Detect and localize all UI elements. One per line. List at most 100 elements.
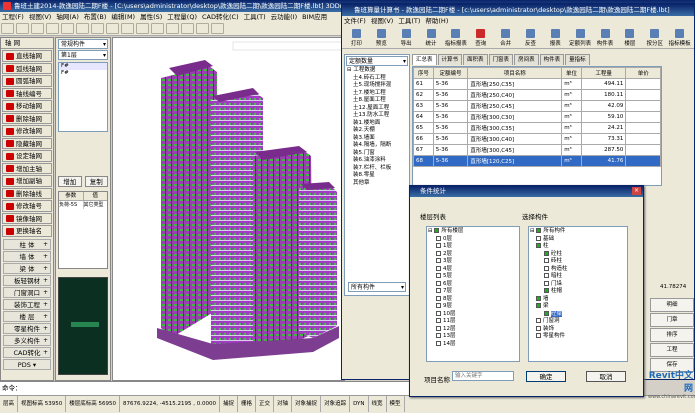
component-item[interactable]: 装饰: [536, 325, 626, 334]
calc-toolbar-button[interactable]: 打印: [344, 28, 369, 47]
category-nav-item[interactable]: 楼 层 +: [3, 310, 51, 322]
axis-command-button[interactable]: 删除轴网: [2, 112, 52, 124]
list-item[interactable]: F#: [59, 63, 107, 70]
floor-checkbox[interactable]: [436, 295, 441, 301]
floor-item[interactable]: 0层: [436, 235, 518, 244]
axis-command-button[interactable]: 移动轴网: [2, 100, 52, 112]
tree-item[interactable]: 土7.楼地工程: [353, 90, 409, 98]
calc-tab[interactable]: 量指标: [565, 54, 590, 65]
3d-viewport[interactable]: [112, 37, 345, 381]
settings-icon[interactable]: [196, 23, 209, 34]
calc-toolbar-button[interactable]: 按分区: [642, 28, 667, 47]
measure-icon[interactable]: [181, 23, 194, 34]
component-checkbox[interactable]: [536, 303, 541, 308]
status-item[interactable]: 模型: [387, 396, 405, 412]
floor-item[interactable]: 10层: [436, 310, 518, 319]
category-nav-item[interactable]: 多义构件 +: [3, 334, 51, 346]
status-item[interactable]: 栅格: [238, 396, 257, 412]
component-checkbox[interactable]: [544, 273, 549, 278]
calc-toolbar-button[interactable]: 导出: [394, 28, 419, 47]
category-nav-item[interactable]: 装饰工程 +: [3, 298, 51, 310]
status-item[interactable]: 层高: [0, 396, 19, 412]
floor-select[interactable]: 第1层: [58, 50, 108, 60]
component-item[interactable]: 基础: [536, 235, 626, 244]
side-button[interactable]: 工程: [650, 343, 694, 357]
status-item[interactable]: 对轴: [274, 396, 293, 412]
layer-icon[interactable]: [121, 23, 134, 34]
tree-item[interactable]: 装6.油漆涂料: [353, 157, 409, 165]
status-item[interactable]: 对象捕捉: [292, 396, 322, 412]
category-nav-item[interactable]: 零星构件 +: [3, 322, 51, 334]
rotate-icon[interactable]: [106, 23, 119, 34]
cad-menu-item[interactable]: 属性(S): [140, 13, 162, 21]
axis-command-button[interactable]: 修改轴网: [2, 125, 52, 137]
tree-item[interactable]: 土8.屋面工程: [353, 97, 409, 105]
floor-checkbox[interactable]: [436, 258, 441, 263]
floor-item[interactable]: 7层: [436, 288, 518, 296]
tree-item[interactable]: 装5.门窗: [353, 150, 409, 158]
tree-root[interactable]: ⊟ 工程数据: [347, 67, 409, 75]
component-item[interactable]: 门窗洞: [536, 318, 626, 326]
floor-checkbox[interactable]: [436, 250, 441, 256]
calc-toolbar-button[interactable]: 统计: [419, 28, 444, 47]
tree-item[interactable]: 土5.现场搅拌混: [353, 82, 409, 90]
table-row[interactable]: 64 5-36 直形墙[300,C30] m³ 59.10: [413, 111, 661, 123]
floor-item[interactable]: 12层: [436, 325, 518, 334]
axis-command-button[interactable]: 设定轴网: [2, 150, 52, 162]
cad-menu-item[interactable]: 云功能(I): [271, 13, 298, 21]
axis-command-button[interactable]: 增加主轴: [2, 162, 52, 174]
calc-toolbar-button[interactable]: 楼层: [617, 28, 642, 47]
cad-menu-item[interactable]: 工程量(Q): [167, 13, 197, 21]
table-row[interactable]: 61 5-36 直形墙[250,C35] m³ 494.11: [413, 78, 661, 90]
status-item[interactable]: 87676.9224, -4515.2195 , 0.0000: [120, 396, 220, 412]
floor-item[interactable]: 14层: [436, 340, 518, 349]
side-button[interactable]: 门章: [650, 313, 694, 327]
floor-checkbox[interactable]: [436, 280, 441, 286]
component-type-select[interactable]: 常规构件: [58, 39, 108, 49]
calc-toolbar-button[interactable]: 报表: [543, 28, 568, 47]
floor-checkbox[interactable]: [436, 333, 441, 338]
component-item[interactable]: 砼梁: [536, 310, 626, 319]
tree-item[interactable]: 其他章: [353, 180, 409, 188]
component-item[interactable]: 梁: [536, 303, 626, 311]
axis-command-button[interactable]: 直线轴网: [2, 50, 52, 62]
component-item[interactable]: 暗柱: [536, 273, 626, 281]
floor-item[interactable]: 6层: [436, 280, 518, 289]
tree-item[interactable]: 装4.隔墙，隔断: [353, 142, 409, 150]
table-header[interactable]: 序号: [413, 67, 434, 79]
side-button[interactable]: 排序: [650, 328, 694, 342]
floor-checkbox[interactable]: [436, 243, 441, 248]
table-header[interactable]: 单位: [561, 67, 582, 79]
component-checkbox[interactable]: [544, 310, 549, 316]
cad-menu-item[interactable]: 布置(B): [84, 13, 107, 21]
undo-icon[interactable]: [46, 23, 59, 34]
category-nav-item[interactable]: CAD转化 +: [3, 346, 51, 358]
component-checkbox[interactable]: [536, 318, 541, 323]
component-item[interactable]: 砖柱: [536, 258, 626, 266]
tree-item[interactable]: 土12.屋面工程: [353, 105, 409, 113]
copy-button[interactable]: 复制: [84, 176, 108, 187]
tree-item[interactable]: 装3.墙面: [353, 135, 409, 143]
calc-menu-item[interactable]: 工具(T): [398, 17, 420, 25]
status-item[interactable]: 楼层底标高 56950: [66, 396, 121, 412]
help-icon[interactable]: [211, 23, 224, 34]
calc-toolbar-button[interactable]: 指标报表: [443, 28, 468, 47]
component-item[interactable]: 砼柱: [536, 250, 626, 259]
cad-menu-item[interactable]: 工具(T): [244, 13, 266, 21]
cad-menu-item[interactable]: 编辑(M): [111, 13, 135, 21]
floor-checkbox[interactable]: [436, 325, 441, 331]
floor-checkbox[interactable]: [436, 265, 441, 271]
tree-item[interactable]: 装7.栏杆、栏板: [353, 165, 409, 173]
calc-menu-item[interactable]: 帮助(H): [425, 17, 448, 25]
calc-toolbar-button[interactable]: 合并: [493, 28, 518, 47]
floor-checkbox[interactable]: [436, 340, 441, 346]
axis-command-button[interactable]: 轴线编号: [2, 87, 52, 99]
pds-dropdown[interactable]: PDS ▾: [3, 358, 51, 370]
zoom-icon[interactable]: [76, 23, 89, 34]
tree-item[interactable]: 土13.防水工程: [353, 112, 409, 120]
tree-item[interactable]: 土4.砖石工程: [353, 75, 409, 83]
command-line[interactable]: 命令：: [0, 381, 410, 395]
param-cell[interactable]: 负荷-5S: [59, 201, 84, 209]
floor-item[interactable]: 5层: [436, 273, 518, 281]
floor-checkbox[interactable]: [436, 303, 441, 308]
